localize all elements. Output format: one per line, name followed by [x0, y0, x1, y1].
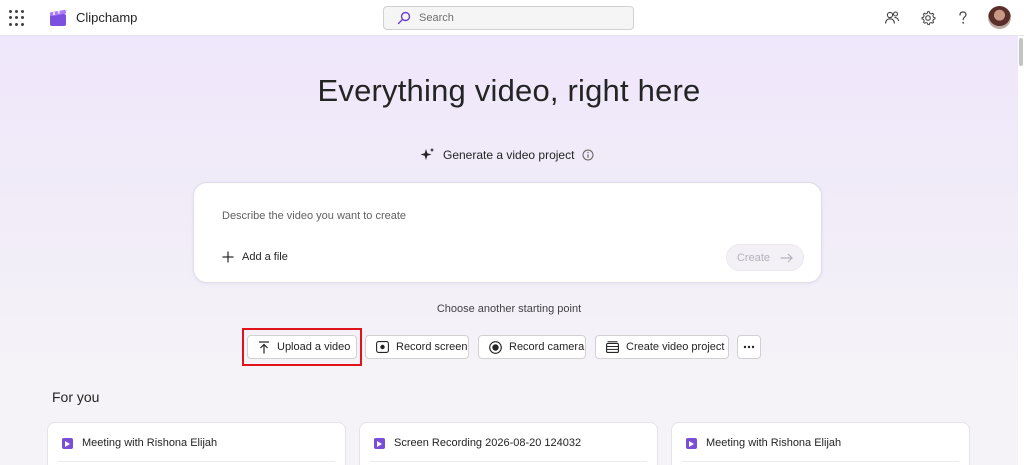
- record-camera-icon: [489, 340, 502, 354]
- app-launcher-icon[interactable]: [9, 10, 25, 26]
- add-file-button[interactable]: Add a file: [222, 251, 288, 263]
- scrollbar-thumb[interactable]: [1019, 38, 1023, 66]
- video-title: Meeting with Rishona Elijah: [82, 437, 218, 449]
- video-play-icon: [686, 438, 697, 449]
- people-icon[interactable]: [883, 9, 901, 27]
- more-options-button[interactable]: [737, 335, 761, 359]
- divider: [682, 461, 959, 462]
- upload-video-label: Upload a video: [277, 341, 351, 353]
- page-title: Everything video, right here: [317, 73, 701, 108]
- create-video-project-button[interactable]: Create video project: [595, 335, 729, 359]
- record-screen-icon: [376, 341, 389, 353]
- search-box[interactable]: [383, 6, 634, 30]
- arrow-right-icon: [780, 253, 793, 262]
- info-icon[interactable]: [582, 149, 594, 161]
- record-camera-button[interactable]: Record camera: [478, 335, 586, 359]
- clipchamp-logo-icon: [49, 9, 67, 26]
- avatar[interactable]: [988, 6, 1011, 29]
- more-icon: [743, 345, 755, 349]
- video-title: Meeting with Rishona Elijah: [706, 437, 842, 449]
- app-name: Clipchamp: [76, 10, 138, 25]
- gear-icon[interactable]: [919, 9, 937, 27]
- for-you-heading: For you: [52, 389, 100, 405]
- top-bar: Clipchamp: [0, 0, 1024, 36]
- video-play-icon: [374, 438, 385, 449]
- video-project-icon: [606, 341, 619, 353]
- recent-video-card[interactable]: Meeting with Rishona Elijah: [47, 422, 346, 465]
- create-video-project-label: Create video project: [626, 341, 725, 353]
- prompt-input[interactable]: Describe the video you want to create: [222, 210, 406, 222]
- search-icon: [397, 11, 411, 25]
- record-screen-label: Record screen: [396, 341, 468, 353]
- video-play-icon: [62, 438, 73, 449]
- video-title: Screen Recording 2026-08-20 124032: [394, 437, 582, 449]
- page-scrollbar[interactable]: [1018, 36, 1024, 465]
- prompt-card: Describe the video you want to create Ad…: [193, 182, 822, 283]
- search-input[interactable]: [419, 12, 619, 24]
- plus-icon: [222, 251, 234, 263]
- sparkle-icon: [420, 147, 435, 160]
- add-file-label: Add a file: [242, 251, 288, 263]
- upload-icon: [259, 340, 269, 353]
- upload-video-button[interactable]: Upload a video: [247, 335, 357, 359]
- record-camera-label: Record camera: [509, 341, 585, 353]
- create-label: Create: [736, 251, 771, 264]
- create-button[interactable]: Create: [726, 244, 804, 271]
- recent-video-card[interactable]: Screen Recording 2026-08-20 124032: [359, 422, 658, 465]
- choose-starting-point-label: Choose another starting point: [436, 303, 582, 315]
- divider: [370, 461, 647, 462]
- record-screen-button[interactable]: Record screen: [365, 335, 469, 359]
- recent-video-card[interactable]: Meeting with Rishona Elijah: [671, 422, 970, 465]
- divider: [58, 461, 335, 462]
- generate-label: Generate a video project: [443, 147, 575, 162]
- help-icon[interactable]: [954, 9, 972, 27]
- generate-video-project-row: Generate a video project: [420, 147, 594, 162]
